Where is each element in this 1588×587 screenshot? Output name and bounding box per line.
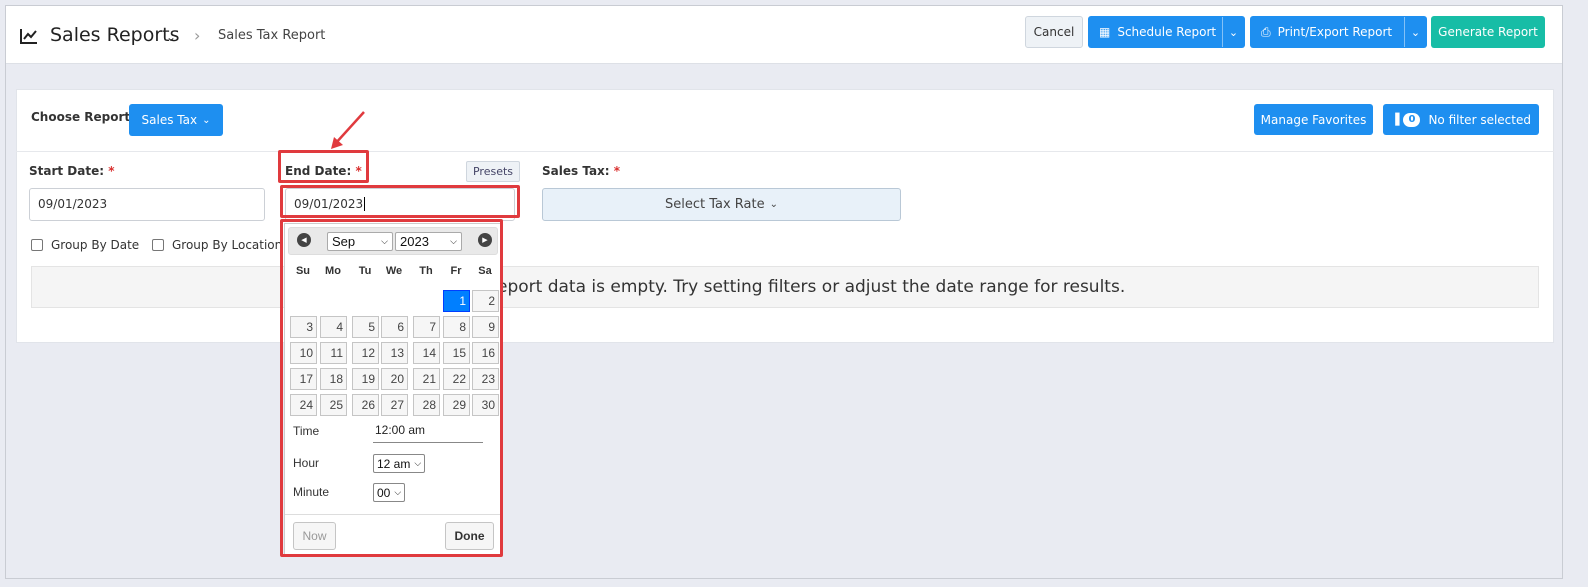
group-by-date-checkbox[interactable]: Group By Date [31, 238, 139, 252]
print-export-button[interactable]: ⎙ Print/Export Report ⌄ [1250, 16, 1427, 48]
empty-results-message: eport data is empty. Try setting filters… [497, 277, 1126, 297]
start-date-input[interactable]: 09/01/2023 [29, 188, 265, 221]
checkbox-box[interactable] [31, 239, 43, 251]
manage-favorites-label: Manage Favorites [1260, 112, 1367, 127]
start-date-label-text: Start Date: [29, 164, 105, 178]
schedule-dropdown-chevron-icon[interactable]: ⌄ [1222, 17, 1244, 47]
chevron-down-icon: ⌄ [769, 199, 779, 210]
breadcrumb-separator-icon: › [194, 26, 201, 45]
choose-report-label: Choose Report [31, 110, 131, 124]
line-chart-icon [20, 29, 37, 44]
chevron-down-icon: ⌄ [202, 114, 211, 126]
group-by-location-checkbox[interactable]: Group By Location [152, 238, 282, 252]
page-title[interactable]: Sales Reports [50, 24, 180, 46]
filter-icon: ▐ [1391, 113, 1400, 126]
end-date-input-highlight [280, 185, 520, 218]
breadcrumb: Sales Tax Report [218, 28, 326, 43]
schedule-report-label: Schedule Report [1117, 25, 1217, 39]
printer-icon: ⎙ [1261, 24, 1271, 39]
required-mark: * [613, 164, 621, 178]
tax-rate-select-label: Select Tax Rate [664, 197, 765, 212]
manage-favorites-button[interactable]: Manage Favorites [1254, 104, 1373, 135]
sales-tax-label: Sales Tax: * [542, 164, 620, 178]
report-type-label: Sales Tax [141, 113, 198, 127]
filter-count-badge: 0 [1403, 112, 1421, 127]
print-dropdown-chevron-icon[interactable]: ⌄ [1404, 17, 1426, 47]
filter-button[interactable]: ▐ 0 No filter selected [1383, 104, 1539, 135]
print-export-label: Print/Export Report [1277, 25, 1393, 39]
filter-label: No filter selected [1428, 112, 1531, 127]
presets-label: Presets [472, 165, 514, 178]
group-by-date-label: Group By Date [51, 238, 140, 252]
sales-tax-label-text: Sales Tax: [542, 164, 610, 178]
checkbox-box[interactable] [152, 239, 164, 251]
start-date-value: 09/01/2023 [38, 197, 108, 211]
start-date-label: Start Date: * [29, 164, 115, 178]
generate-report-button[interactable]: Generate Report [1431, 16, 1545, 48]
report-type-dropdown[interactable]: Sales Tax ⌄ [129, 104, 223, 136]
group-by-location-label: Group By Location [172, 238, 283, 252]
end-date-label-highlight [278, 150, 369, 183]
annotation-arrow-icon [331, 111, 365, 149]
presets-button[interactable]: Presets [466, 161, 520, 182]
schedule-report-button[interactable]: ▦ Schedule Report ⌄ [1088, 16, 1245, 48]
required-mark: * [108, 164, 115, 178]
tax-rate-select[interactable]: Select Tax Rate ⌄ [542, 188, 901, 221]
calendar-icon: ▦ [1099, 25, 1111, 39]
generate-report-label: Generate Report [1438, 25, 1538, 39]
datepicker-highlight [280, 219, 503, 557]
chevron-down-icon[interactable]: ⌄ [166, 30, 176, 44]
card-divider [16, 151, 1554, 152]
cancel-button[interactable]: Cancel [1025, 16, 1083, 48]
cancel-label: Cancel [1033, 25, 1075, 39]
